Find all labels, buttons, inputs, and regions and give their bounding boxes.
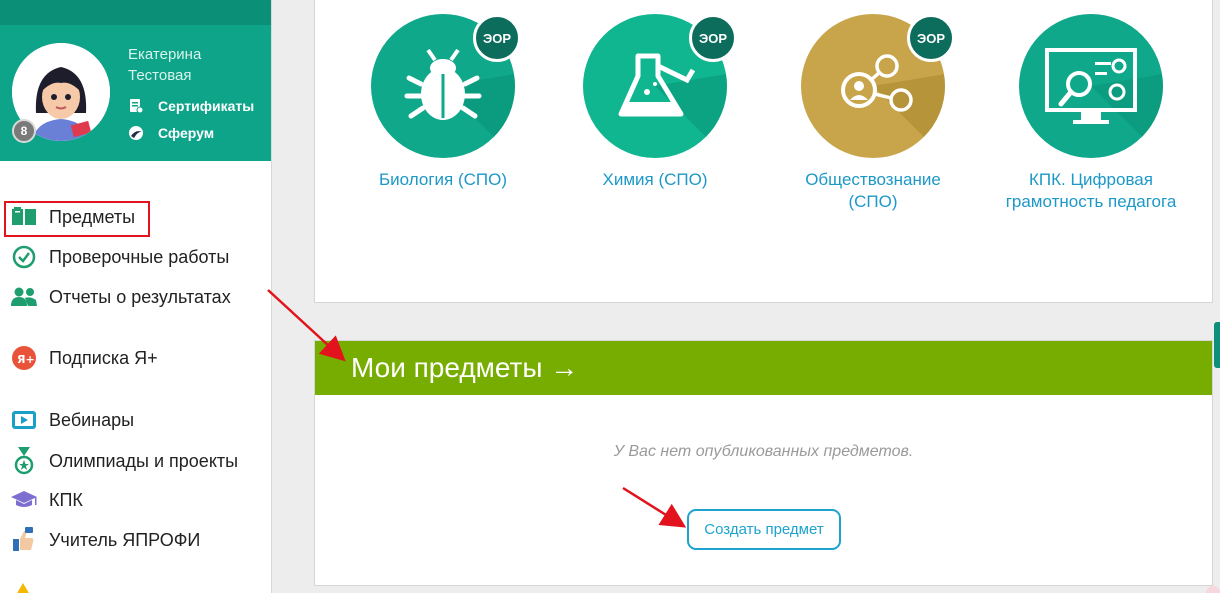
empty-state-text: У Вас нет опубликованных предметов. (613, 443, 914, 460)
graduation-cap-icon (10, 487, 38, 513)
menu-item-subjects[interactable]: Предметы (10, 203, 135, 231)
subject-label-kpk-digital[interactable]: КПК. Цифровая грамотность педагога (1001, 169, 1181, 213)
profile-topbar (0, 0, 271, 25)
sferum-link[interactable]: Сферум (128, 123, 214, 143)
menu-item-webinars[interactable]: Вебинары (10, 406, 134, 434)
book-icon (10, 204, 38, 230)
menu-item-reports[interactable]: Отчеты о результатах (10, 283, 231, 311)
computer-settings-icon (1045, 48, 1163, 158)
user-name: Екатерина Тестовая (128, 44, 268, 86)
eor-badge-chemistry: ЭОР (689, 14, 737, 62)
warning-icon (16, 583, 30, 593)
thumbs-up-icon (10, 527, 38, 553)
users-icon (10, 284, 38, 310)
svg-text:Я+: Я+ (17, 353, 35, 366)
user-last-name: Тестовая (128, 67, 192, 84)
profile-card: 8 Екатерина Тестовая Сертификаты Сферум (0, 0, 271, 161)
level-badge: 8 (12, 119, 36, 143)
floating-widget[interactable] (1206, 586, 1220, 593)
menu-label-yaprofi: Учитель ЯПРОФИ (49, 529, 201, 550)
menu-item-kpk[interactable]: КПК (10, 486, 83, 514)
play-icon (10, 407, 38, 433)
subject-card-kpk-digital[interactable]: КПК. Цифровая грамотность педагога (1001, 14, 1181, 213)
sidebar: 8 Екатерина Тестовая Сертификаты Сферум … (0, 0, 272, 593)
medal-icon (10, 447, 38, 475)
menu-label-reports: Отчеты о результатах (49, 286, 231, 307)
certificate-icon (128, 98, 144, 114)
certificates-label: Сертификаты (158, 98, 255, 114)
create-subject-button[interactable]: Создать предмет (687, 509, 841, 550)
my-subjects-title[interactable]: Мои предметы → (315, 341, 1212, 395)
user-first-name: Екатерина (128, 46, 202, 63)
sferum-label: Сферум (158, 125, 215, 141)
ya-plus-icon: Я+ (10, 345, 38, 371)
subjects-panel: Биология (СПО) ЭОР Химия (СПО) ЭОР Общес… (314, 0, 1213, 303)
subject-label-chemistry[interactable]: Химия (СПО) (565, 169, 745, 191)
menu-label-subjects: Предметы (49, 206, 136, 227)
subject-circle (1019, 14, 1163, 158)
certificates-link[interactable]: Сертификаты (128, 96, 254, 116)
subject-label-biology[interactable]: Биология (СПО) (353, 169, 533, 191)
subject-label-social-studies[interactable]: Обществознание (СПО) (783, 169, 963, 213)
menu-item-ya-plus[interactable]: Я+ Подписка Я+ (10, 344, 158, 372)
my-subjects-panel: Мои предметы → У Вас нет опубликованных … (314, 340, 1213, 586)
menu-item-tests[interactable]: Проверочные работы (10, 243, 229, 271)
eor-badge-social-studies: ЭОР (907, 14, 955, 62)
side-tab[interactable] (1214, 322, 1220, 368)
menu-label-olympiads: Олимпиады и проекты (49, 450, 239, 471)
menu-label-kpk: КПК (49, 489, 83, 510)
menu-label-webinars: Вебинары (49, 409, 135, 430)
menu-item-olympiads[interactable]: Олимпиады и проекты (10, 447, 238, 475)
sferum-icon (128, 125, 144, 141)
eor-badge-biology: ЭОР (473, 14, 521, 62)
check-circle-icon (10, 244, 38, 270)
menu-label-ya-plus: Подписка Я+ (49, 347, 158, 368)
menu-label-tests: Проверочные работы (49, 246, 230, 267)
menu-item-yaprofi[interactable]: Учитель ЯПРОФИ (10, 526, 200, 554)
